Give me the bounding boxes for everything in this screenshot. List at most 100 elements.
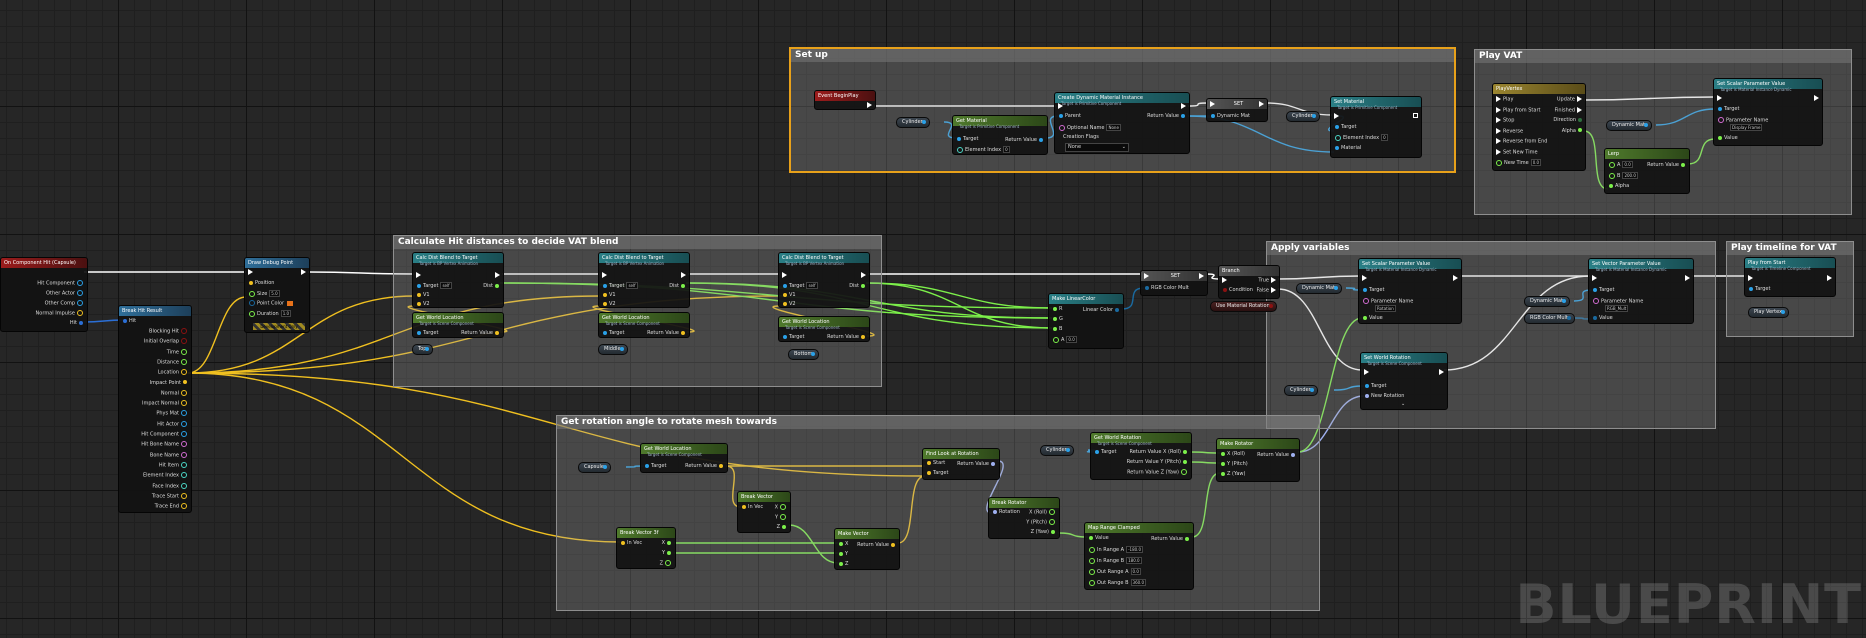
a-input[interactable]: 0.0 [1066,336,1077,343]
pin-exec-in[interactable] [1746,275,1755,283]
break-hit-result-node[interactable]: Break Hit Result Hit Blocking Hit Initial… [118,305,192,513]
pin-value[interactable]: Value [1087,535,1109,542]
pin-target[interactable]: Target self [601,282,638,290]
set-scalar-param-rotation-node[interactable]: Set Scalar Parameter Value Target is Mat… [1358,258,1462,324]
pin-out-range-a[interactable]: Out Range A 0.0 [1087,568,1141,576]
pin-return[interactable]: Return Value [647,330,687,337]
pin-roll[interactable]: X (Roll) [1219,451,1245,458]
pin-condition[interactable]: Condition [1221,287,1253,294]
get-material-node[interactable]: Get Material Target is Primitive Compone… [952,115,1048,155]
pin-face-index[interactable]: Face Index [152,482,189,491]
size-input[interactable]: 5.0 [269,290,280,297]
pin-start[interactable]: Start [925,460,945,467]
pin-exec-out[interactable] [679,272,688,280]
var-middle[interactable]: Middle [598,344,628,355]
map-range-clamped-node[interactable]: Map Range Clamped Value In Range A -180.0… [1084,522,1194,590]
pin-return[interactable]: Return Value [827,334,867,341]
pin-dist[interactable]: Dist [849,283,867,290]
pin-trace-end[interactable]: Trace End [155,503,189,511]
pin-target[interactable]: Target [643,463,666,470]
pin-finished[interactable]: Finished [1555,106,1584,115]
pin-return-yaw[interactable]: Return Value Z (Yaw) [1127,469,1189,477]
pin-v2[interactable]: V2 [601,301,616,307]
var-use-material-rotation[interactable]: Use Material Rotation [1210,301,1277,312]
pin-exec-out[interactable] [1683,275,1692,283]
set-world-rotation-node[interactable]: Set World Rotation Target is Scene Compo… [1360,352,1448,410]
pin-exec-in[interactable] [1362,369,1371,377]
in-range-b-input[interactable]: 180.0 [1126,557,1142,564]
pin-x[interactable]: X [775,504,788,512]
pin-return[interactable]: Return Value [1647,162,1687,169]
pin-exec-in[interactable] [1590,275,1599,283]
pin-point-color[interactable]: Point Color [247,300,294,308]
var-capsule[interactable]: Capsule [578,462,611,473]
pin-linear-color[interactable]: Linear Color [1083,307,1121,314]
pin-exec-out[interactable] [865,102,874,109]
pin-pitch[interactable]: Y (Pitch) [1026,519,1057,527]
pin-hit-item[interactable]: Hit Item [159,461,189,470]
pin-target[interactable]: Target [1363,383,1386,390]
pin-element-index[interactable]: Element Index 0 [955,146,1010,154]
pin-impact-normal[interactable]: Impact Normal [142,400,189,408]
pin-location[interactable]: Location [158,369,189,377]
pin-roll[interactable]: X (Roll) [1029,509,1057,517]
pin-r[interactable]: R [1051,306,1062,313]
pin-bone-name[interactable]: Bone Name [150,451,189,460]
find-look-at-rotation-node[interactable]: Find Look at Rotation Start Target Retur… [922,448,1000,480]
in-range-a-input[interactable]: -180.0 [1126,546,1143,553]
pin-y[interactable]: Y [775,514,788,522]
pin-target[interactable]: Target self [415,282,452,290]
pin-exec-in[interactable] [1715,95,1724,103]
pin-exec-in[interactable] [246,269,255,277]
var-bottom[interactable]: Bottom [788,349,820,360]
pin-yaw[interactable]: Z (Yaw) [1219,471,1245,478]
pin-alpha[interactable]: Alpha [1562,128,1584,135]
var-dynamic-mat[interactable]: Dynamic Mat [1606,120,1652,131]
pin-v1[interactable]: V1 [415,292,430,299]
pin-x[interactable]: X [837,541,848,548]
pin-exec-in[interactable] [1332,113,1341,121]
pin-play[interactable]: Play [1494,96,1513,104]
pin-exec-out[interactable] [1437,369,1446,377]
pin-play-from-start[interactable]: Play from Start [1494,106,1540,115]
element-index-input[interactable]: 0 [1003,146,1010,153]
get-world-location-middle-node[interactable]: Get World Location Target is Scene Compo… [598,312,690,338]
make-rotator-node[interactable]: Make Rotator X (Roll) Y (Pitch) Z (Yaw) … [1216,438,1300,482]
pin-distance[interactable]: Distance [157,358,189,367]
set-scalar-param-display-frame-node[interactable]: Set Scalar Parameter Value Target is Mat… [1713,78,1823,146]
get-world-location-top-node[interactable]: Get World Location Target is Scene Compo… [412,312,504,338]
event-on-component-hit-node[interactable]: On Component Hit (Capsule) Hit Component… [0,257,88,332]
make-linear-color-node[interactable]: Make LinearColor R G B A 0.0 Linear Color [1048,293,1124,349]
pin-pitch[interactable]: Y (Pitch) [1219,461,1248,468]
pin-target[interactable]: Target [601,330,624,337]
set-material-node[interactable]: Set Material Target is Primitive Compone… [1330,96,1422,158]
parameter-name-input[interactable]: Display Frame [1728,124,1763,132]
pin-initial-overlap[interactable]: Initial Overlap [144,338,189,346]
pin-z[interactable]: Z [777,524,788,531]
pin-creation-flags[interactable]: Creation Flags [1063,134,1099,141]
pin-target[interactable]: Target [1591,287,1614,294]
pin-exec-in[interactable] [1360,275,1369,283]
pin-exec-in[interactable] [1208,101,1217,109]
optional-name-input[interactable]: None [1106,124,1121,131]
pin-dynamic-mat[interactable]: Dynamic Mat [1209,113,1250,120]
draw-debug-point-node[interactable]: Draw Debug Point Position Size 5.0 Point … [244,257,310,333]
pin-in-range-b[interactable]: In Range B 180.0 [1087,557,1142,565]
pin-yaw[interactable]: Z (Yaw) [1031,529,1057,536]
pin-false[interactable]: False [1256,287,1278,295]
var-cylinder-rotation[interactable]: Cylinder [1040,445,1074,456]
a-input[interactable]: 0.0 [1622,161,1633,168]
pin-exec-in[interactable] [1220,277,1229,285]
pin-hit-component[interactable]: Hit Component [141,431,189,439]
pin-exec-out[interactable] [493,272,502,280]
pin-alpha[interactable]: Alpha [1607,183,1629,190]
set-rgb-color-mult-node[interactable]: SET RGB Color Mult [1140,270,1208,296]
pin-value[interactable]: Value [1591,315,1613,322]
pin-value[interactable]: Value [1361,315,1383,322]
set-dynamic-mat-node[interactable]: SET Dynamic Mat [1206,98,1268,122]
set-vector-param-rgb-mult-node[interactable]: Set Vector Parameter Value Target is Mat… [1588,258,1694,324]
pin-return[interactable]: Return Value [461,330,501,337]
pin-element-index[interactable]: Element Index [143,472,189,480]
pin-exec-in[interactable] [600,272,609,280]
duration-input[interactable]: 1.0 [280,310,292,317]
